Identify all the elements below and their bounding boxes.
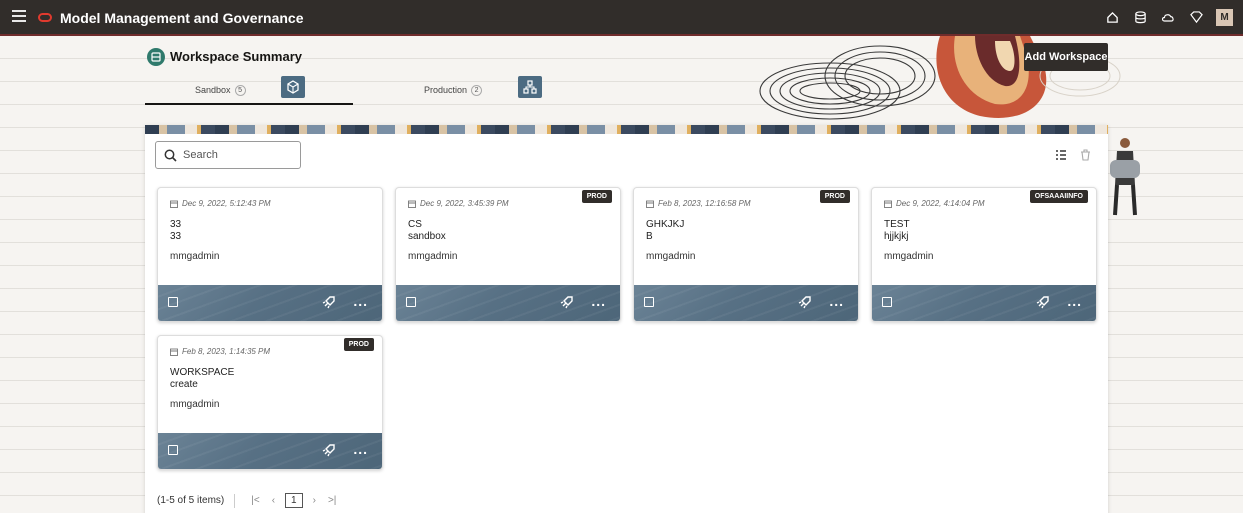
card-select-checkbox[interactable] [168, 297, 178, 307]
card-date-text: Dec 9, 2022, 4:14:04 PM [896, 199, 985, 208]
card-workspace-name: CS [408, 219, 422, 230]
card-footer: ... [634, 285, 858, 321]
sandbox-tab-icon[interactable] [281, 76, 305, 98]
card-workspace-description: hjjkjkj [884, 231, 909, 242]
workspace-card[interactable]: Feb 8, 2023, 12:16:58 PM PROD GHKJKJ Bmmgad… [633, 187, 859, 322]
tab-sandbox-count: 5 [234, 84, 246, 96]
card-workspace-name: TEST [884, 219, 910, 230]
card-select-checkbox[interactable] [406, 297, 416, 307]
active-tab-indicator [145, 103, 353, 105]
last-page-button[interactable]: >| [328, 495, 336, 506]
tab-production[interactable]: Production 2 [424, 76, 483, 104]
card-date: Dec 9, 2022, 4:14:04 PM [884, 199, 985, 208]
card-select-checkbox[interactable] [644, 297, 654, 307]
card-more-menu[interactable]: ... [829, 293, 844, 309]
card-status-badge: PROD [343, 338, 374, 351]
card-workspace-description: B [646, 231, 653, 242]
top-bar: Model Management and Governance M [0, 0, 1243, 36]
search-input[interactable] [183, 149, 293, 161]
page-title: Workspace Summary [170, 49, 302, 64]
search-icon [164, 149, 177, 162]
workspace-card[interactable]: Feb 8, 2023, 1:14:35 PM PROD WORKSPACE crea… [157, 335, 383, 470]
card-workspace-description: 33 [170, 231, 182, 242]
card-status-badge: OFSAAAIINFO [1029, 190, 1088, 203]
card-date: Feb 8, 2023, 12:16:58 PM [646, 199, 751, 208]
pagination-summary: (1-5 of 5 items) [157, 495, 225, 506]
tab-sandbox[interactable]: Sandbox 5 [195, 76, 246, 104]
shield-icon[interactable] [1188, 10, 1204, 26]
pagination: (1-5 of 5 items) |< ‹ 1 › >| [157, 493, 342, 508]
card-more-menu[interactable]: ... [591, 293, 606, 309]
card-date: Feb 8, 2023, 1:14:35 PM [170, 347, 270, 356]
workspace-card[interactable]: Dec 9, 2022, 5:12:43 PM 33 33 mmgadmin... [157, 187, 383, 322]
oracle-logo [38, 13, 52, 22]
workspace-card[interactable]: Dec 9, 2022, 4:14:04 PM OFSAAAIINFO TEST hj… [871, 187, 1097, 322]
workspace-card[interactable]: Dec 9, 2022, 3:45:39 PM PROD CS sandbox mmga… [395, 187, 621, 322]
current-page-button[interactable]: 1 [285, 493, 303, 508]
card-select-checkbox[interactable] [168, 445, 178, 455]
cloud-icon[interactable] [1160, 10, 1176, 26]
calendar-icon [170, 200, 178, 208]
card-select-checkbox[interactable] [882, 297, 892, 307]
home-icon[interactable] [1104, 10, 1120, 26]
card-footer: ... [158, 285, 382, 321]
pagination-divider [234, 493, 236, 508]
calendar-icon [646, 200, 654, 208]
hamburger-icon[interactable] [12, 10, 26, 22]
card-date: Dec 9, 2022, 3:45:39 PM [408, 199, 509, 208]
card-more-menu[interactable]: ... [1067, 293, 1082, 309]
workspace-panel: Dec 9, 2022, 5:12:43 PM3333mmgadmin...De… [145, 125, 1108, 513]
list-view-icon[interactable] [1055, 149, 1067, 161]
card-owner: mmgadmin [170, 399, 220, 410]
calendar-icon [408, 200, 416, 208]
previous-page-button[interactable]: ‹ [272, 495, 275, 506]
card-more-menu[interactable]: ... [353, 441, 368, 457]
calendar-icon [170, 348, 178, 356]
deploy-icon[interactable] [560, 295, 574, 309]
deploy-icon[interactable] [1036, 295, 1050, 309]
card-owner: mmgadmin [408, 251, 458, 262]
deploy-icon[interactable] [322, 295, 336, 309]
workspace-icon [147, 48, 165, 66]
card-footer: ... [396, 285, 620, 321]
card-workspace-name: GHKJKJ [646, 219, 685, 230]
card-date: Dec 9, 2022, 5:12:43 PM [170, 199, 271, 208]
deploy-icon[interactable] [322, 443, 336, 457]
database-icon[interactable] [1132, 10, 1148, 26]
panel-decorative-stripe [145, 125, 1108, 134]
card-workspace-name: WORKSPACE [170, 367, 235, 378]
card-date-text: Dec 9, 2022, 3:45:39 PM [420, 199, 509, 208]
production-tab-icon[interactable] [518, 76, 542, 98]
deploy-icon[interactable] [798, 295, 812, 309]
tab-production-count: 2 [471, 84, 483, 96]
card-workspace-description: create [170, 379, 198, 390]
card-owner: mmgadmin [170, 251, 220, 262]
add-workspace-button[interactable]: Add Workspace [1024, 43, 1108, 71]
card-more-menu[interactable]: ... [353, 293, 368, 309]
hiker-illustration [1110, 138, 1140, 216]
avatar[interactable]: M [1216, 9, 1233, 26]
first-page-button[interactable]: |< [251, 495, 259, 506]
tab-sandbox-label: Sandbox [195, 85, 231, 95]
tab-production-label: Production [424, 85, 468, 95]
card-date-text: Feb 8, 2023, 12:16:58 PM [658, 199, 751, 208]
card-date-text: Dec 9, 2022, 5:12:43 PM [182, 199, 271, 208]
card-footer: ... [158, 433, 382, 469]
search-box[interactable] [155, 141, 301, 169]
card-owner: mmgadmin [884, 251, 934, 262]
card-workspace-name: 33 [170, 219, 182, 230]
card-status-badge: PROD [581, 190, 612, 203]
delete-icon[interactable] [1080, 149, 1091, 161]
card-workspace-description: sandbox [408, 231, 446, 242]
card-owner: mmgadmin [646, 251, 696, 262]
app-title: Model Management and Governance [60, 10, 304, 26]
card-status-badge: PROD [819, 190, 850, 203]
top-bar-icons: M [1104, 9, 1233, 26]
card-date-text: Feb 8, 2023, 1:14:35 PM [182, 347, 271, 356]
calendar-icon [884, 200, 892, 208]
card-footer: ... [872, 285, 1096, 321]
next-page-button[interactable]: › [313, 495, 316, 506]
